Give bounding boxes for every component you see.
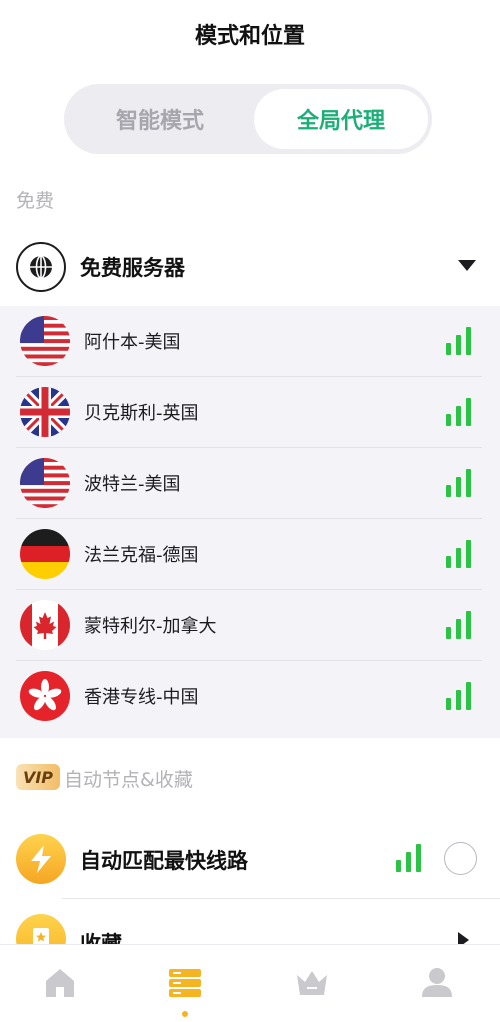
- vip-section-label: 自动节点&收藏: [64, 769, 193, 791]
- mode-toggle: 智能模式 全局代理: [64, 84, 432, 154]
- server-list-icon: [169, 969, 201, 997]
- us-flag-icon: [20, 458, 70, 508]
- signal-strength-icon: [446, 469, 472, 497]
- expand-caret-icon[interactable]: [458, 260, 476, 271]
- tab-servers[interactable]: [165, 963, 205, 1003]
- global-proxy-option[interactable]: 全局代理: [254, 89, 428, 149]
- signal-strength-icon: [446, 540, 472, 568]
- smart-mode-option[interactable]: 智能模式: [70, 89, 250, 149]
- server-list: 阿什本-美国 贝克斯利-英国 波特兰-美国 法兰克福-德国 蒙特利尔-加拿大 香…: [0, 306, 500, 738]
- crown-icon: [297, 971, 327, 995]
- vip-badge: VIP: [16, 764, 60, 790]
- auto-route-radio[interactable]: [444, 842, 477, 875]
- us-flag-icon: [20, 316, 70, 366]
- row-divider: [62, 898, 500, 899]
- auto-fastest-route-row[interactable]: 自动匹配最快线路: [0, 830, 500, 890]
- active-tab-indicator: [182, 1011, 188, 1017]
- signal-strength-icon: [446, 682, 472, 710]
- uk-flag-icon: [20, 387, 70, 437]
- server-row[interactable]: 法兰克福-德国: [16, 519, 482, 590]
- signal-strength-icon: [446, 398, 472, 426]
- server-name: 蒙特利尔-加拿大: [84, 616, 217, 637]
- tab-vip[interactable]: [292, 963, 332, 1003]
- tab-profile[interactable]: [417, 963, 457, 1003]
- server-name: 法兰克福-德国: [84, 545, 199, 566]
- signal-strength-icon: [446, 327, 472, 355]
- de-flag-icon: [20, 529, 70, 579]
- favorites-row[interactable]: 收藏: [0, 912, 500, 946]
- server-row[interactable]: 波特兰-美国: [16, 448, 482, 519]
- free-servers-title: 免费服务器: [80, 256, 185, 280]
- page-title: 模式和位置: [194, 24, 305, 49]
- signal-strength-icon: [446, 611, 472, 639]
- star-icon: [16, 914, 66, 946]
- profile-icon: [422, 968, 452, 997]
- server-row[interactable]: 蒙特利尔-加拿大: [16, 590, 482, 661]
- hk-flag-icon: [20, 671, 70, 721]
- auto-fastest-route-title: 自动匹配最快线路: [80, 849, 248, 873]
- server-name: 波特兰-美国: [84, 474, 181, 495]
- server-name: 贝克斯利-英国: [84, 403, 199, 424]
- server-row[interactable]: 阿什本-美国: [16, 306, 482, 377]
- free-servers-group-header[interactable]: 免费服务器: [0, 238, 500, 296]
- server-name: 香港专线-中国: [84, 687, 199, 708]
- lightning-icon: [16, 834, 66, 884]
- tab-home[interactable]: [40, 963, 80, 1003]
- bottom-tab-bar: [0, 944, 500, 1022]
- server-row[interactable]: 香港专线-中国: [16, 661, 482, 732]
- ca-flag-icon: [20, 600, 70, 650]
- server-row[interactable]: 贝克斯利-英国: [16, 377, 482, 448]
- home-icon: [46, 969, 74, 997]
- free-section-label: 免费: [16, 190, 55, 212]
- server-name: 阿什本-美国: [84, 332, 181, 353]
- signal-strength-icon: [396, 844, 422, 872]
- globe-icon: [16, 242, 66, 292]
